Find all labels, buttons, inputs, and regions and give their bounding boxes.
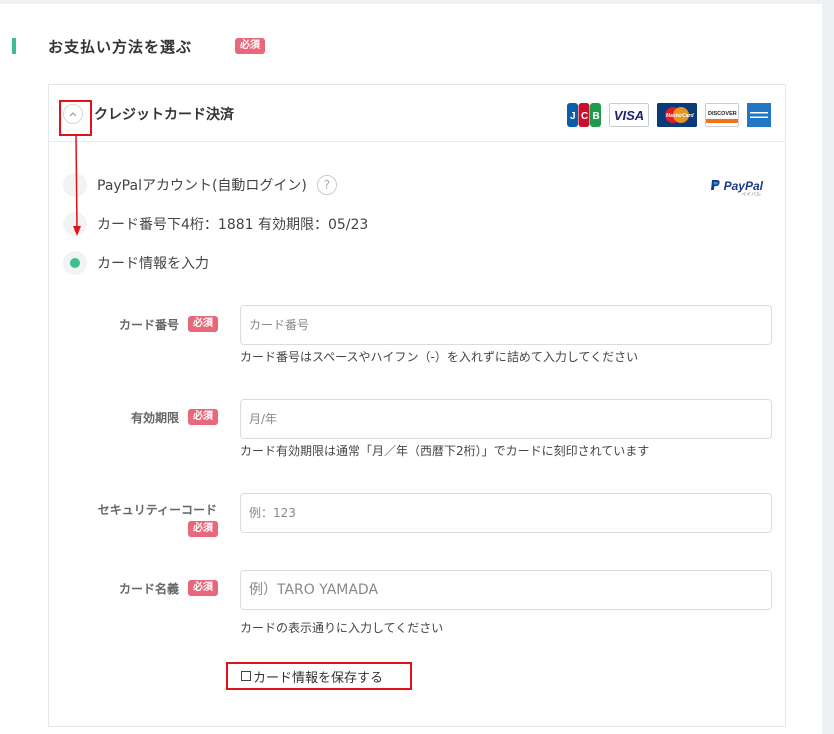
radio-new-card[interactable] [63, 251, 87, 275]
visa-logo: VISA [609, 103, 649, 127]
svg-text:J: J [570, 111, 576, 122]
annotation-highlight-toggle [59, 100, 92, 136]
required-badge: 必須 [235, 38, 265, 54]
expiry-input[interactable] [240, 399, 772, 439]
panel-title: クレジットカード決済 [94, 107, 234, 123]
option-saved-card[interactable]: カード番号下4桁：1881 有効期限：05/23 [63, 212, 368, 236]
payment-page: お支払い方法を選ぶ 必須 クレジットカード決済 J C B VISA Maste… [0, 4, 822, 734]
discover-logo: DISCOVER [705, 103, 739, 127]
section-title: お支払い方法を選ぶ [48, 38, 193, 56]
option-saved-card-label: カード番号下4桁：1881 有効期限：05/23 [97, 217, 369, 233]
card-number-input[interactable] [240, 305, 772, 345]
expiry-help: カード有効期限は通常「月／年（西暦下2桁）」でカードに刻印されています [240, 444, 650, 458]
card-number-label: カード番号 [118, 318, 179, 332]
panel-header[interactable]: クレジットカード決済 J C B VISA MasterCard DISCOVE… [49, 85, 785, 142]
radio-paypal[interactable] [63, 173, 87, 197]
security-code-required-badge: 必須 [188, 521, 218, 537]
security-code-input[interactable] [240, 493, 772, 533]
svg-text:C: C [581, 111, 588, 122]
save-card-label: カード情報を保存する [253, 670, 384, 686]
checkbox-square[interactable] [241, 671, 251, 681]
card-brand-logos: J C B VISA MasterCard DISCOVER [567, 103, 771, 127]
radio-saved-card[interactable] [63, 212, 87, 236]
option-new-card[interactable]: カード情報を入力 [63, 251, 209, 275]
security-code-label: セキュリティーコード [97, 503, 217, 517]
card-number-help: カード番号はスペースやハイフン（-）を入れずに詰めて入力してください [240, 350, 639, 364]
credit-card-panel: クレジットカード決済 J C B VISA MasterCard DISCOVE… [48, 84, 786, 727]
expiry-label: 有効期限 [130, 411, 179, 425]
section-accent-bar [12, 38, 16, 54]
radio-selected-dot [70, 258, 80, 268]
amex-logo [747, 103, 771, 127]
mastercard-logo: MasterCard [657, 103, 697, 127]
option-paypal[interactable]: PayPalアカウント(自動ログイン) ? [63, 173, 337, 197]
card-holder-required-badge: 必須 [188, 580, 218, 596]
svg-text:B: B [593, 111, 600, 122]
option-paypal-label: PayPalアカウント(自動ログイン) [97, 178, 307, 194]
svg-text:DISCOVER: DISCOVER [708, 111, 737, 117]
card-holder-input[interactable] [240, 570, 772, 610]
option-new-card-label: カード情報を入力 [97, 256, 209, 272]
card-holder-help: カードの表示通りに入力してください [240, 621, 444, 635]
expiry-required-badge: 必須 [188, 409, 218, 425]
save-card-checkbox[interactable]: カード情報を保存する [226, 662, 412, 690]
card-number-required-badge: 必須 [188, 316, 218, 332]
paypal-sub-text: ペイパル [741, 192, 761, 198]
jcb-logo: J C B [567, 103, 601, 127]
question-icon[interactable]: ? [316, 175, 337, 195]
svg-text:MasterCard: MasterCard [666, 113, 694, 119]
card-holder-label: カード名義 [118, 582, 179, 596]
